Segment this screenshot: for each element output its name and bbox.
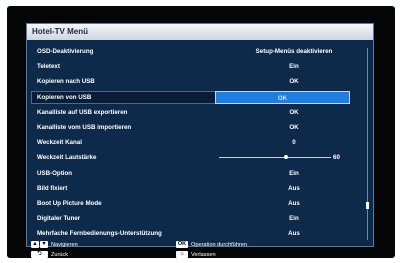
row-value: Setup-Menüs deaktivieren — [255, 48, 333, 55]
tv-screen: Hotel-TV Menü OSD-Deaktivierung Setup-Me… — [7, 6, 395, 258]
row-label: Bild fixiert — [37, 184, 68, 192]
row-digitaler-tuner[interactable]: Digitaler Tuner Ein — [31, 211, 367, 226]
row-value: Aus — [288, 184, 300, 192]
row-value: Ein — [289, 169, 299, 177]
ok-button-label: OK — [277, 94, 288, 102]
back-arrow-icon: ⮌ — [31, 251, 48, 258]
navigate-label: Navigieren — [51, 242, 78, 248]
ok-button-selected[interactable]: OK — [215, 90, 350, 104]
down-arrow-icon: ▼ — [40, 241, 48, 248]
row-osd-deaktivierung[interactable]: OSD-Deaktivierung Setup-Menüs deaktivier… — [31, 44, 367, 59]
row-label: Weckzeit Lautstärke — [37, 154, 97, 162]
home-icon: ⌂ — [176, 251, 188, 258]
ok-button[interactable]: OK — [229, 109, 359, 116]
menu-title: Hotel-TV Menü — [27, 24, 373, 40]
exit-label: Verlassen — [191, 252, 216, 258]
row-label: Teletext — [37, 63, 60, 71]
confirm-label: Operation durchführen — [191, 242, 247, 248]
scrollbar-track[interactable] — [367, 48, 368, 240]
row-weckzeit-lautstaerke[interactable]: Weckzeit Lautstärke 60 — [31, 150, 367, 165]
row-value: Ein — [289, 63, 299, 71]
row-kanalliste-import[interactable]: Kanalliste vom USB importieren OK — [31, 120, 367, 135]
row-value: 0 — [292, 139, 296, 147]
back-label: Zurück — [51, 252, 69, 258]
row-bild-fixiert[interactable]: Bild fixiert Aus — [31, 181, 367, 196]
row-label: OSD-Deaktivierung — [37, 48, 94, 55]
up-down-arrow-icon: ▲ — [31, 241, 39, 248]
row-label: USB-Option — [37, 169, 73, 177]
row-usb-option[interactable]: USB-Option Ein — [31, 166, 367, 181]
row-label: Kopieren nach USB — [37, 78, 95, 86]
row-label: Kopieren von USB — [37, 93, 92, 101]
row-value: Ein — [289, 215, 299, 223]
scrollbar-thumb[interactable] — [366, 202, 369, 209]
row-kopieren-von-usb[interactable]: Kopieren von USB OK — [31, 90, 367, 105]
settings-list: OSD-Deaktivierung Setup-Menüs deaktivier… — [31, 44, 367, 241]
hotel-tv-menu: Hotel-TV Menü OSD-Deaktivierung Setup-Me… — [26, 23, 374, 247]
volume-slider[interactable] — [219, 157, 331, 159]
ok-button[interactable]: OK — [229, 124, 359, 131]
ok-button[interactable]: OK — [229, 78, 359, 85]
volume-value: 60 — [333, 154, 340, 162]
row-kanalliste-export[interactable]: Kanalliste auf USB exportieren OK — [31, 105, 367, 120]
row-label: Digitaler Tuner — [37, 215, 81, 223]
row-value: Aus — [288, 199, 300, 207]
row-label: Boot Up Picture Mode — [37, 199, 102, 207]
row-boot-up-picture-mode[interactable]: Boot Up Picture Mode Aus — [31, 196, 367, 211]
volume-slider-knob[interactable] — [284, 155, 289, 160]
ok-key-icon: OK — [176, 241, 188, 248]
row-value: Aus — [288, 230, 300, 238]
row-teletext[interactable]: Teletext Ein — [31, 59, 367, 74]
row-label: Weckzeit Kanal — [37, 139, 82, 147]
row-weckzeit-kanal[interactable]: Weckzeit Kanal 0 — [31, 135, 367, 150]
row-label: Kanalliste vom USB importieren — [37, 123, 132, 131]
row-kopieren-nach-usb[interactable]: Kopieren nach USB OK — [31, 74, 367, 89]
footer-help: ▲ ▼ Navigieren ⮌ Zurück OK Operation dur… — [26, 239, 374, 261]
row-label: Kanalliste auf USB exportieren — [37, 108, 128, 116]
row-label: Mehrfache Fernbedienungs-Unterstützung — [37, 230, 162, 238]
